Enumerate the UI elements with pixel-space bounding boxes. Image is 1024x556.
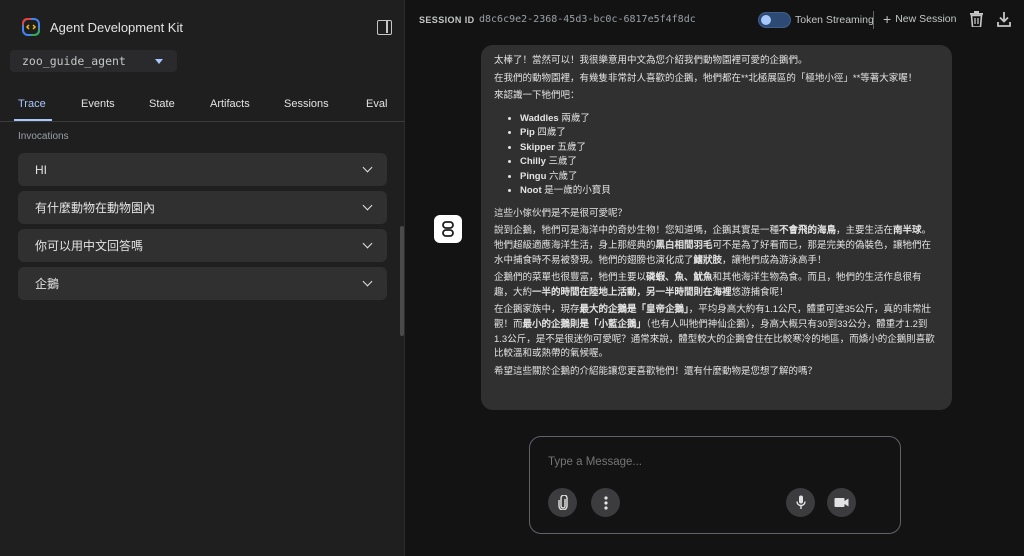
list-item: Skipper 五歲了	[520, 141, 939, 156]
penguin-name: Skipper	[520, 141, 555, 153]
invocation-item[interactable]: 你可以用中文回答嗎	[18, 229, 387, 262]
text-run: 說到企鵝，牠們可是海洋中的奇妙生物！您知道嗎，企鵝其實是一種	[494, 225, 780, 237]
penguin-name: Chilly	[520, 156, 546, 168]
bold-run: 黑白相間羽毛	[655, 239, 713, 251]
video-button[interactable]	[827, 488, 856, 517]
agent-message: 太棒了！當然可以！我很樂意用中文為您介紹我們動物園裡可愛的企鵝們。 在我們的動物…	[481, 45, 952, 410]
list-item: Pingu 六歲了	[520, 170, 939, 185]
text-run: ，主要生活在	[836, 225, 894, 237]
tab-sessions[interactable]: Sessions	[284, 98, 329, 110]
divider	[873, 11, 874, 29]
bot-avatar	[434, 215, 462, 243]
bold-run: 磷蝦、魚、魷魚	[646, 272, 713, 284]
message-paragraph: 這些小傢伙們是不是很可愛呢？	[494, 207, 628, 219]
tab-trace[interactable]: Trace	[18, 98, 46, 110]
attach-button[interactable]	[548, 488, 577, 517]
message-paragraph: 在企鵝家族中，現存最大的企鵝是「皇帝企鵝」，平均身高大約有1.1公尺，體重可達3…	[494, 303, 939, 361]
list-item: Chilly 三歲了	[520, 155, 939, 170]
chevron-down-icon	[362, 238, 373, 249]
new-session-button[interactable]: + New Session	[883, 11, 957, 27]
robot-icon	[442, 221, 454, 237]
message-composer	[529, 436, 901, 534]
invocation-label: HI	[35, 162, 47, 177]
message-paragraph: 希望這些關於企鵝的介紹能讓您更喜歡牠們！還有什麼動物是您想了解的嗎？	[494, 365, 818, 377]
penguin-name: Waddles	[520, 112, 559, 124]
more-vert-icon	[603, 495, 608, 510]
penguin-age: 是一歲的小寶貝	[541, 185, 611, 197]
penguin-age: 四歲了	[534, 127, 566, 139]
invocation-item[interactable]: 企鵝	[18, 267, 387, 300]
bold-run: 最小的企鵝則是「小藍企鵝」	[522, 318, 647, 330]
bold-run: 不會飛的海鳥	[779, 225, 837, 237]
message-paragraph: 來認識一下牠們吧：	[494, 90, 580, 102]
plus-icon: +	[883, 11, 892, 27]
list-item: Waddles 兩歲了	[520, 112, 939, 127]
session-id-label: SESSION ID	[419, 15, 475, 25]
active-tab-indicator	[14, 119, 52, 121]
toggle-knob	[761, 15, 771, 25]
invocation-label: 有什麼動物在動物園內	[35, 201, 156, 215]
penguin-list: Waddles 兩歲了 Pip 四歲了 Skipper 五歲了 Chilly 三…	[520, 112, 939, 199]
bold-run: 一半的時間在陸地上活動，另一半時間則在海裡	[532, 286, 732, 298]
agent-select[interactable]: zoo_guide_agent	[10, 50, 177, 72]
videocam-icon	[834, 498, 849, 507]
list-item: Noot 是一歲的小寶貝	[520, 184, 939, 199]
session-header: SESSION ID d8c6c9e2-2368-45d3-bc0c-6817e…	[406, 0, 1024, 40]
tab-bar: Trace Events State Artifacts Sessions Ev…	[0, 88, 405, 122]
collapse-sidebar-icon[interactable]	[377, 20, 392, 35]
download-icon[interactable]	[997, 11, 1011, 27]
token-streaming-toggle[interactable]	[758, 12, 791, 28]
tab-state[interactable]: State	[149, 98, 175, 110]
dropdown-caret-icon	[155, 59, 163, 64]
attach-icon	[557, 495, 568, 510]
tab-events[interactable]: Events	[81, 98, 115, 110]
tab-artifacts[interactable]: Artifacts	[210, 98, 250, 110]
microphone-button[interactable]	[786, 488, 815, 517]
app-title: Agent Development Kit	[50, 19, 183, 35]
microphone-icon	[795, 495, 806, 509]
adk-logo-icon	[22, 18, 40, 36]
sidebar-scrollbar[interactable]	[400, 226, 404, 336]
chevron-down-icon	[362, 200, 373, 211]
session-id-value: d8c6c9e2-2368-45d3-bc0c-6817e5f4f8dc	[479, 14, 696, 25]
invocation-label: 企鵝	[35, 277, 60, 291]
tab-eval[interactable]: Eval	[366, 98, 387, 110]
bold-run: 鰭狀肢	[693, 254, 723, 266]
sidebar: Agent Development Kit zoo_guide_agent Tr…	[0, 0, 405, 556]
message-paragraph: 企鵝們的菜單也很豐富，牠們主要以磷蝦、魚、魷魚和其他海洋生物為食。而且，牠們的生…	[494, 271, 939, 300]
new-session-label: New Session	[895, 13, 957, 25]
agent-select-value: zoo_guide_agent	[22, 54, 126, 68]
penguin-age: 六歲了	[546, 170, 578, 182]
penguin-name: Pingu	[520, 170, 547, 182]
penguin-age: 兩歲了	[558, 112, 590, 124]
token-streaming-label: Token Streaming	[795, 14, 874, 26]
text-run: 在企鵝家族中，現存	[494, 304, 580, 316]
penguin-name: Noot	[520, 185, 542, 197]
invocations-heading: Invocations	[18, 131, 69, 142]
text-run: 企鵝們的菜單也很豐富，牠們主要以	[494, 272, 647, 284]
bold-run: 最大的企鵝是「皇帝企鵝」	[579, 304, 689, 316]
invocation-item[interactable]: HI	[18, 153, 387, 186]
chevron-down-icon	[362, 276, 373, 287]
text-run: 悠游捕食呢！	[731, 286, 789, 298]
list-item: Pip 四歲了	[520, 126, 939, 141]
more-options-button[interactable]	[591, 488, 620, 517]
message-input[interactable]	[548, 456, 848, 468]
message-paragraph: 在我們的動物園裡，有幾隻非常討人喜歡的企鵝，牠們都在**北極展區的「極地小徑」*…	[494, 72, 918, 84]
invocation-item[interactable]: 有什麼動物在動物園內	[18, 191, 387, 224]
text-run: ，讓牠們成為游泳高手！	[722, 254, 827, 266]
message-paragraph: 太棒了！當然可以！我很樂意用中文為您介紹我們動物園裡可愛的企鵝們。	[494, 55, 808, 66]
chevron-down-icon	[362, 162, 373, 173]
penguin-age: 三歲了	[545, 156, 578, 168]
penguin-name: Pip	[520, 127, 535, 139]
penguin-age: 五歲了	[554, 141, 586, 153]
brand: Agent Development Kit	[22, 17, 183, 37]
invocation-label: 你可以用中文回答嗎	[35, 239, 144, 253]
delete-icon[interactable]	[970, 11, 983, 27]
bold-run: 南半球	[893, 225, 922, 237]
message-paragraph: 說到企鵝，牠們可是海洋中的奇妙生物！您知道嗎，企鵝其實是一種不會飛的海鳥，主要生…	[494, 224, 939, 268]
